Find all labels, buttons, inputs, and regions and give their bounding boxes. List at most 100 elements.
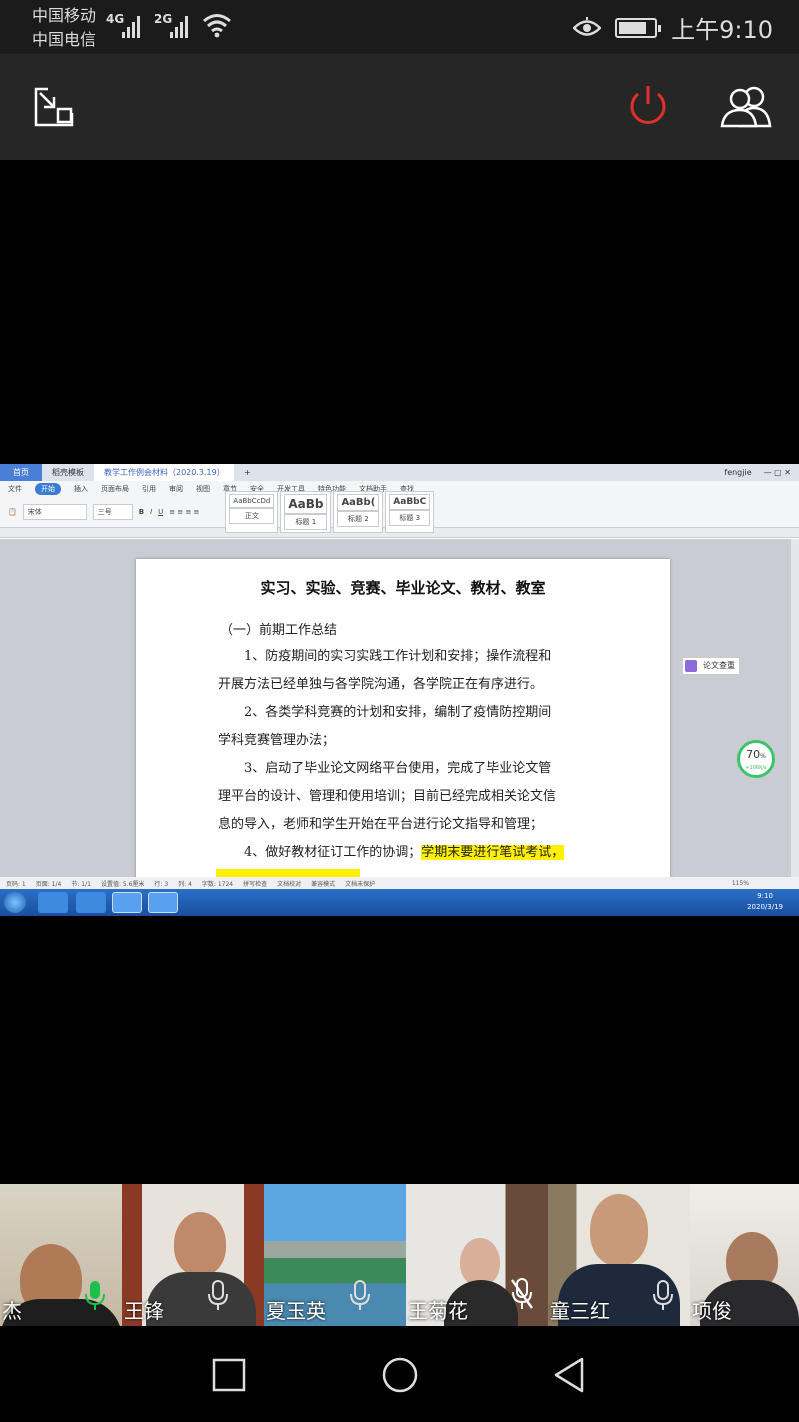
- zoom-level[interactable]: 115%: [732, 880, 799, 887]
- status-right: 上午9:10: [573, 10, 773, 45]
- battery-icon: [615, 17, 662, 38]
- tab-document[interactable]: 教学工作例会材料（2020.3.19）: [94, 464, 234, 481]
- tab-home[interactable]: 首页: [0, 464, 42, 481]
- eye-icon: [573, 16, 602, 36]
- user-name: fengjie: [724, 468, 752, 477]
- participant-strip: 杰 王锋 夏玉英 王菊花 童三红 项俊: [0, 1184, 799, 1326]
- gauge-speed: +106K/s: [745, 765, 767, 771]
- style-label: 正文: [229, 507, 275, 524]
- new-tab-icon[interactable]: +: [234, 464, 261, 481]
- mic-icon: [653, 1280, 673, 1310]
- style-sample: AaBbCcDd: [229, 493, 275, 508]
- status-section: 节: 1/1: [71, 880, 91, 888]
- menu-reference[interactable]: 引用: [142, 484, 156, 494]
- status-row: 行: 3: [154, 880, 169, 888]
- meeting-taskbar-icon[interactable]: [148, 892, 178, 913]
- document-subtitle: （一）前期工作总结: [220, 623, 338, 638]
- vertical-scrollbar[interactable]: [791, 539, 799, 877]
- mic-icon: [350, 1280, 370, 1310]
- participant-name: 童三红: [550, 1299, 610, 1323]
- gauge-unit: %: [760, 753, 766, 760]
- style-label: 标题 3: [389, 509, 431, 526]
- style-gallery: AaBbCcDd 正文 AaBb 标题 1 AaBb(标题 2 AaBbC 标题 3: [225, 490, 435, 533]
- end-meeting-power-icon[interactable]: [626, 84, 670, 128]
- doc-line: 理平台的设计、管理和使用培训；目前已经完成相关论文信: [218, 789, 557, 804]
- signal-icon-2: [170, 14, 188, 38]
- participant-tile[interactable]: 王锋: [122, 1184, 264, 1326]
- participant-tile[interactable]: 项俊: [690, 1184, 799, 1326]
- wps-taskbar-icon[interactable]: [112, 892, 142, 913]
- status-bar: 中国移动 中国电信 4G 2G 上午9:10: [0, 0, 799, 54]
- style-normal[interactable]: AaBbCcDd 正文: [225, 490, 279, 533]
- menu-review[interactable]: 审阅: [169, 484, 183, 494]
- meeting-toolbar: [0, 54, 799, 160]
- android-nav-bar: [0, 1326, 799, 1422]
- style-sample: AaBb: [284, 493, 328, 514]
- status-words: 字数: 1724: [201, 880, 234, 888]
- taskbar-clock: 9:10 2020/3/19: [747, 891, 783, 913]
- gauge-value: 70: [746, 748, 761, 761]
- participant-tile[interactable]: 王菊花: [406, 1184, 548, 1326]
- clock: 上午9:10: [671, 16, 773, 44]
- doc-line: 2、各类学科竞赛的计划和安排，编制了疫情防控期间: [244, 705, 552, 720]
- taskbar-date: 2020/3/19: [747, 903, 783, 911]
- participant-tile[interactable]: 杰: [0, 1184, 122, 1326]
- document-area: 实习、实验、竞赛、毕业论文、教材、教室 （一）前期工作总结 1、防疫期间的实习实…: [0, 539, 799, 889]
- participants-icon[interactable]: [718, 84, 776, 128]
- font-size-select[interactable]: 三号: [92, 503, 133, 520]
- mic-icon: [208, 1280, 228, 1310]
- paper-check-button[interactable]: 论文查重: [682, 657, 740, 675]
- status-col: 列: 4: [178, 880, 192, 888]
- participant-name: 杰: [2, 1299, 22, 1323]
- paper-check-icon: [685, 660, 697, 672]
- participant-tile[interactable]: 童三红: [548, 1184, 690, 1326]
- mic-active-icon: [85, 1281, 105, 1310]
- italic-icon[interactable]: I: [150, 508, 152, 516]
- paste-icon[interactable]: 📋: [8, 508, 17, 516]
- style-label: 标题 1: [284, 513, 328, 530]
- doc-line: 学科竞赛管理办法；: [218, 733, 336, 748]
- menu-layout[interactable]: 页面布局: [101, 484, 129, 494]
- proofread-button[interactable]: 文档校对: [277, 879, 301, 888]
- wps-tab-bar: 首页 稻壳模板 教学工作例会材料（2020.3.19） + fengjie — …: [0, 464, 799, 481]
- home-icon[interactable]: [381, 1356, 419, 1394]
- status-pages: 页面: 1/4: [35, 880, 62, 888]
- style-heading-3[interactable]: AaBbC 标题 3: [385, 490, 435, 533]
- menu-file[interactable]: 文件: [8, 484, 22, 494]
- menu-home[interactable]: 开始: [35, 482, 61, 495]
- participant-face: [590, 1194, 648, 1266]
- align-icons[interactable]: ≡ ≡ ≡ ≡: [169, 508, 199, 516]
- participant-name: 王菊花: [408, 1299, 468, 1323]
- menu-insert[interactable]: 插入: [74, 484, 88, 494]
- cloud-app-icon[interactable]: [76, 892, 106, 913]
- document-page: 实习、实验、竞赛、毕业论文、教材、教室 （一）前期工作总结 1、防疫期间的实习实…: [136, 559, 670, 889]
- speed-gauge[interactable]: 70% +106K/s: [737, 740, 775, 778]
- underline-icon[interactable]: U: [158, 508, 163, 516]
- spell-check-button[interactable]: 拼写检查: [243, 879, 267, 888]
- doc-line: 开展方法已经单独与各学院沟通，各学院正在有序进行。: [218, 677, 544, 692]
- style-heading-2[interactable]: AaBb(标题 2: [333, 490, 384, 533]
- participant-tile[interactable]: 夏玉英: [264, 1184, 406, 1326]
- document-title: 实习、实验、竞赛、毕业论文、教材、教室: [260, 579, 546, 597]
- menu-view[interactable]: 视图: [196, 484, 210, 494]
- doc-line: 3、启动了毕业论文网络平台使用，完成了毕业论文管: [244, 761, 552, 776]
- style-label: 标题 2: [337, 510, 380, 527]
- windows-start-icon[interactable]: [4, 892, 26, 913]
- participant-name: 王锋: [124, 1299, 164, 1323]
- font-name-select[interactable]: 宋体: [22, 503, 87, 520]
- wps-status-bar: 页码: 1 页面: 1/4 节: 1/1 设置值: 5.6厘米 行: 3 列: …: [0, 877, 799, 889]
- shared-screen: 首页 稻壳模板 教学工作例会材料（2020.3.19） + fengjie — …: [0, 464, 799, 916]
- bold-icon[interactable]: B: [139, 508, 144, 516]
- paper-check-label: 论文查重: [703, 661, 735, 670]
- back-icon[interactable]: [552, 1356, 586, 1394]
- tab-templates[interactable]: 稻壳模板: [42, 464, 94, 481]
- doc-line-last: 4、做好教材征订工作的协调；学期末要进行笔试考试，: [244, 839, 565, 867]
- ie-browser-icon[interactable]: [38, 892, 68, 913]
- recent-apps-icon[interactable]: [212, 1358, 246, 1392]
- participant-face: [460, 1238, 500, 1286]
- window-controls-icon[interactable]: — ▢ ✕: [764, 468, 791, 477]
- wifi-icon: [203, 14, 231, 38]
- doc-line: 1、防疫期间的实习实践工作计划和安排；操作流程和: [244, 649, 552, 664]
- style-heading-1[interactable]: AaBb 标题 1: [280, 490, 332, 533]
- minimize-window-icon[interactable]: [34, 87, 74, 127]
